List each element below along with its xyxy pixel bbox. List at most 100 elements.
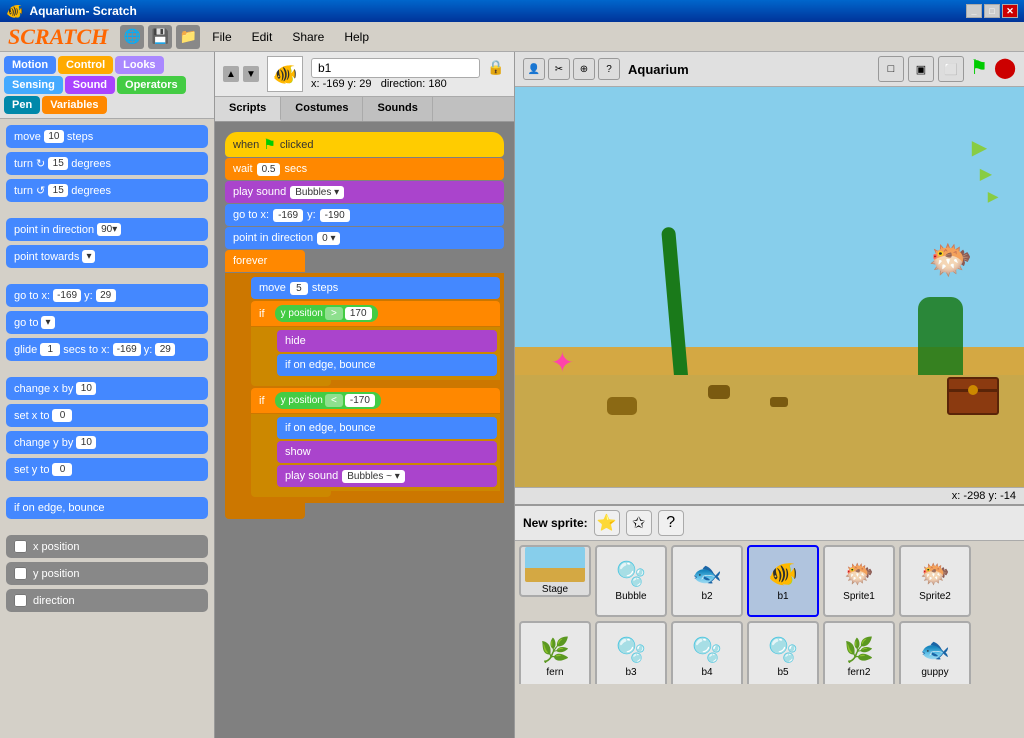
block-turn-ccw[interactable]: turn ↺ 15 degrees: [6, 179, 208, 202]
sprite-item-b4[interactable]: 🫧 b4: [671, 621, 743, 684]
stage-btn-2[interactable]: ✂: [548, 58, 570, 80]
sprite-item-bubble[interactable]: 🫧 Bubble: [595, 545, 667, 617]
block-edge-bounce-2[interactable]: if on edge, bounce: [277, 417, 497, 439]
sprite-item-fern2[interactable]: 🌿 fern2: [823, 621, 895, 684]
category-looks[interactable]: Looks: [115, 56, 163, 74]
block-move[interactable]: move 10 steps: [6, 125, 208, 148]
block-set-x[interactable]: set x to 0: [6, 404, 208, 427]
category-variables[interactable]: Variables: [42, 96, 106, 114]
block-play-sound-2[interactable]: play sound Bubbles ~ ▾: [277, 465, 497, 487]
sprite-icon-sprite1: 🐡: [844, 560, 874, 589]
sprite-label-b3: b3: [625, 667, 636, 678]
block-set-y[interactable]: set y to 0: [6, 458, 208, 481]
block-wait[interactable]: wait 0.5 secs: [225, 158, 504, 180]
forever-header[interactable]: forever: [225, 250, 305, 272]
sprite-item-sprite1[interactable]: 🐡 Sprite1: [823, 545, 895, 617]
menu-share[interactable]: Share: [284, 26, 332, 48]
stamp-sprite-button[interactable]: ✩: [626, 510, 652, 536]
globe-icon[interactable]: 🌐: [120, 25, 144, 49]
sprite-icon-bubble: 🫧: [616, 560, 646, 589]
block-when-flag-clicked[interactable]: when ⚑ clicked: [225, 132, 504, 157]
sprite-icon-fern: 🌿: [540, 636, 570, 665]
nav-up[interactable]: ▲: [223, 66, 239, 82]
block-change-x[interactable]: change x by 10: [6, 377, 208, 400]
scripts-panel: ▲ ▼ 🐠 🔒 x: -169 y: 29 direction: 180 Scr…: [215, 52, 515, 738]
sprite-name-input[interactable]: [311, 58, 480, 78]
stage-btn-3[interactable]: ⊕: [573, 58, 595, 80]
block-goto-xy[interactable]: go to x: -169 y: 29: [6, 284, 208, 307]
stage-size-1[interactable]: □: [878, 56, 904, 82]
rock-2: [708, 385, 730, 399]
sprite-label-b5: b5: [777, 667, 788, 678]
fish-small-3[interactable]: ▶: [988, 188, 999, 205]
save-icon[interactable]: 💾: [148, 25, 172, 49]
block-show[interactable]: show: [277, 441, 497, 463]
stage-size-2[interactable]: ▣: [908, 56, 934, 82]
tab-sounds[interactable]: Sounds: [363, 97, 432, 121]
close-button[interactable]: ✕: [1002, 4, 1018, 18]
starfish-sprite[interactable]: ✦: [551, 346, 574, 379]
fish-sprite-1[interactable]: 🐡: [928, 239, 973, 281]
category-sound[interactable]: Sound: [65, 76, 115, 94]
sprite-item-b3[interactable]: 🫧 b3: [595, 621, 667, 684]
category-pen[interactable]: Pen: [4, 96, 40, 114]
random-sprite-button[interactable]: ?: [658, 510, 684, 536]
menu-file[interactable]: File: [204, 26, 239, 48]
category-sensing[interactable]: Sensing: [4, 76, 63, 94]
block-edge-bounce-1[interactable]: if on edge, bounce: [277, 354, 497, 376]
menu-help[interactable]: Help: [336, 26, 377, 48]
if-header-1[interactable]: if y position > 170: [251, 301, 500, 326]
tab-scripts[interactable]: Scripts: [215, 97, 281, 121]
if-header-2[interactable]: if y position < -170: [251, 388, 500, 413]
stage-btn-4[interactable]: ?: [598, 58, 620, 80]
sprite-label-sprite1: Sprite1: [843, 591, 875, 602]
fish-small-1[interactable]: ▶: [972, 135, 999, 160]
block-point-dir-script[interactable]: point in direction 0 ▾: [225, 227, 504, 249]
sprite-item-guppy[interactable]: 🐟 guppy: [899, 621, 971, 684]
script-area[interactable]: when ⚑ clicked wait 0.5 secs play sound …: [215, 122, 514, 738]
block-move-5[interactable]: move 5 steps: [251, 277, 500, 299]
menu-edit[interactable]: Edit: [244, 26, 281, 48]
sprite-item-fern[interactable]: 🌿 fern: [519, 621, 591, 684]
block-point-towards[interactable]: point towards ▾: [6, 245, 208, 268]
block-hide[interactable]: hide: [277, 330, 497, 352]
stage-canvas[interactable]: ✦ 🐡 ▶ ▶ ▶: [515, 87, 1024, 487]
block-x-position[interactable]: x position: [6, 535, 208, 558]
block-glide[interactable]: glide 1 secs to x: -169 y: 29: [6, 338, 208, 361]
sprite-item-b5[interactable]: 🫧 b5: [747, 621, 819, 684]
stage-size-3[interactable]: ⬜: [938, 56, 964, 82]
category-operators[interactable]: Operators: [117, 76, 186, 94]
fish-small-2[interactable]: ▶: [980, 164, 999, 184]
block-turn-cw[interactable]: turn ↻ 15 degrees: [6, 152, 208, 175]
block-goto[interactable]: go to ▾: [6, 311, 208, 334]
sprite-item-b1[interactable]: 🐠 b1: [747, 545, 819, 617]
tab-costumes[interactable]: Costumes: [281, 97, 363, 121]
paint-sprite-button[interactable]: ⭐: [594, 510, 620, 536]
green-flag-button[interactable]: ⚑: [968, 56, 990, 78]
sprite-item-sprite2[interactable]: 🐡 Sprite2: [899, 545, 971, 617]
category-motion[interactable]: Motion: [4, 56, 56, 74]
category-control[interactable]: Control: [58, 56, 113, 74]
block-goto-xy-script[interactable]: go to x: -169 y: -190: [225, 204, 504, 226]
sprite-item-b2[interactable]: 🐟 b2: [671, 545, 743, 617]
nav-down[interactable]: ▼: [243, 66, 259, 82]
stage-header: 👤 ✂ ⊕ ? Aquarium □ ▣ ⬜ ⚑ ⬤: [515, 52, 1024, 87]
stop-button[interactable]: ⬤: [994, 56, 1016, 78]
folder-icon[interactable]: 📁: [176, 25, 200, 49]
stage-btn-1[interactable]: 👤: [523, 58, 545, 80]
rock-1: [607, 397, 637, 415]
maximize-button[interactable]: □: [984, 4, 1000, 18]
block-y-position[interactable]: y position: [6, 562, 208, 585]
block-play-sound-1[interactable]: play sound Bubbles ▾: [225, 181, 504, 203]
stage-thumbnail-item[interactable]: Stage: [519, 545, 591, 597]
sprite-label-b1: b1: [777, 591, 788, 602]
block-if-edge[interactable]: if on edge, bounce: [6, 497, 208, 519]
block-change-y[interactable]: change y by 10: [6, 431, 208, 454]
sprite-icon-b2: 🐟: [692, 560, 722, 589]
content-area: Motion Control Looks Sensing Sound Opera…: [0, 52, 1024, 738]
stage-mini-thumb: [525, 547, 585, 582]
minimize-button[interactable]: _: [966, 4, 982, 18]
sprite-icon-fern2: 🌿: [844, 636, 874, 665]
block-point-direction[interactable]: point in direction 90▾: [6, 218, 208, 241]
block-direction[interactable]: direction: [6, 589, 208, 612]
